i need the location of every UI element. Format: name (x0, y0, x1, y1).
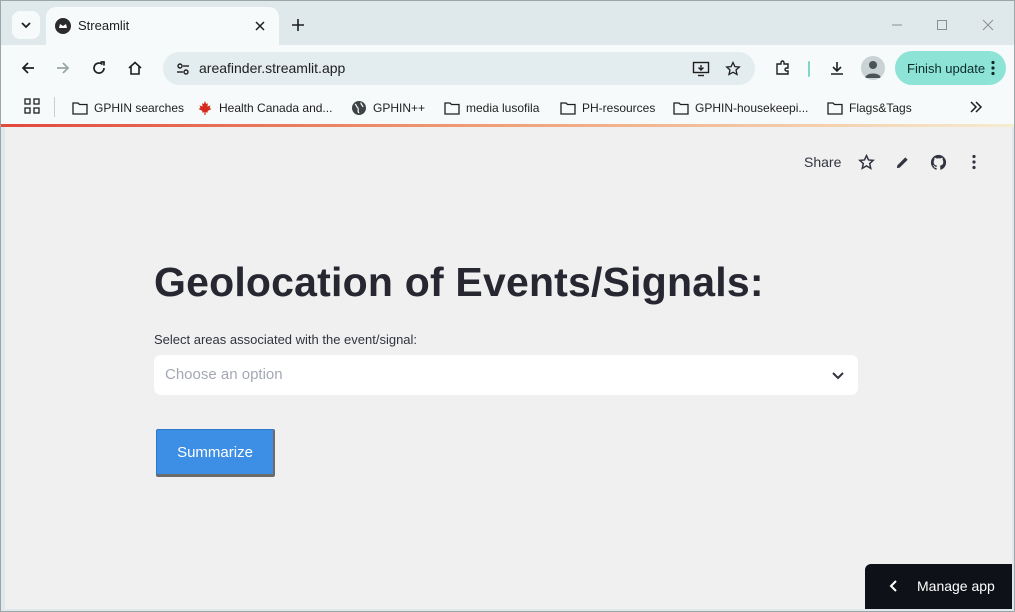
select-placeholder: Choose an option (165, 366, 283, 383)
star-icon (857, 153, 875, 170)
globe-icon (352, 101, 366, 115)
puzzle-icon (776, 60, 789, 75)
window-close-button[interactable] (978, 15, 998, 35)
install-icon (692, 61, 710, 77)
finish-update-label: Finish update (907, 60, 986, 76)
url-text: areafinder.streamlit.app (199, 60, 346, 76)
main-menu-button[interactable] (963, 151, 985, 173)
bookmark-item[interactable]: GPHIN searches (72, 96, 184, 120)
tab-strip: Streamlit (1, 1, 1014, 45)
bookmark-label: GPHIN searches (94, 101, 185, 115)
minimize-icon (892, 24, 902, 26)
arrow-right-icon (57, 62, 70, 74)
pencil-icon (896, 156, 908, 168)
close-icon (255, 21, 265, 31)
maximize-icon (937, 20, 947, 30)
folder-icon (72, 102, 88, 115)
bookmark-item[interactable]: PH-resources (560, 96, 655, 120)
more-bookmarks-button[interactable] (966, 98, 986, 116)
site-info-button[interactable] (171, 57, 195, 81)
home-button[interactable] (123, 56, 147, 80)
minimize-button[interactable] (887, 15, 907, 35)
profile-avatar-icon[interactable] (861, 56, 885, 80)
chevron-down-icon (21, 22, 31, 29)
folder-icon (673, 102, 689, 115)
bookmark-item[interactable]: Health Canada and... (197, 96, 332, 120)
new-tab-button[interactable] (287, 14, 309, 36)
folder-icon (444, 102, 460, 115)
select-label: Select areas associated with the event/s… (154, 332, 418, 347)
browser-toolbar: areafinder.streamlit.app Finish update (1, 45, 1014, 91)
back-button[interactable] (16, 56, 40, 80)
bookmark-item[interactable]: Flags&Tags (827, 96, 912, 120)
bookmark-item[interactable]: media lusofila (444, 96, 539, 120)
github-icon (930, 154, 946, 170)
bookmark-label: GPHIN++ (373, 101, 426, 115)
manage-app-label: Manage app (917, 578, 995, 594)
bookmark-label: PH-resources (582, 101, 656, 115)
bookmark-label: Flags&Tags (849, 101, 912, 115)
bookmarks-divider (54, 97, 55, 117)
forward-button[interactable] (51, 56, 75, 80)
chevron-left-icon (889, 580, 897, 592)
chevron-double-right-icon (970, 101, 983, 113)
download-icon (831, 62, 843, 75)
chevron-down-icon[interactable] (830, 367, 846, 383)
streamlit-logo-icon (55, 18, 71, 34)
maple-leaf-icon (198, 101, 212, 115)
home-icon (128, 61, 142, 75)
reload-icon (93, 61, 105, 74)
bookmark-item[interactable]: GPHIN++ (351, 96, 425, 120)
apps-grid-icon[interactable] (24, 98, 40, 114)
bookmarks-bar: GPHIN searches Health Canada and... GPHI… (1, 91, 1014, 126)
bookmark-item[interactable]: GPHIN-housekeepi... (673, 96, 808, 120)
tab-close-button[interactable] (251, 17, 269, 35)
close-icon (982, 19, 994, 31)
page-title: Geolocation of Events/Signals: (154, 259, 764, 305)
folder-icon (827, 102, 843, 115)
bookmark-label: media lusofila (466, 101, 540, 115)
areas-multiselect[interactable]: Choose an option (154, 355, 858, 395)
favorite-button[interactable] (855, 151, 877, 173)
install-app-button[interactable] (689, 57, 713, 81)
extensions-button[interactable] (771, 56, 795, 80)
edit-button[interactable] (891, 151, 913, 173)
streamlit-page: Share Geolocation of Events/Signals: Sel… (5, 127, 1012, 609)
summarize-button[interactable]: Summarize (156, 429, 275, 477)
manage-app-button[interactable]: Manage app (865, 564, 1012, 609)
folder-icon (560, 102, 576, 115)
maximize-button[interactable] (932, 15, 952, 35)
tune-icon (177, 63, 189, 75)
toolbar-separator (808, 61, 810, 77)
bookmark-label: Health Canada and... (219, 101, 333, 115)
plus-icon (292, 19, 304, 31)
tab-title: Streamlit (78, 18, 130, 33)
bookmark-star-button[interactable] (721, 57, 745, 81)
github-button[interactable] (927, 151, 949, 173)
address-bar[interactable]: areafinder.streamlit.app (163, 52, 755, 85)
tab-search-button[interactable] (12, 11, 40, 39)
active-tab[interactable]: Streamlit (46, 7, 279, 45)
downloads-button[interactable] (825, 56, 849, 80)
browser-window: Streamlit areafinder.streamlit.app Finis… (0, 0, 1015, 612)
finish-update-button[interactable]: Finish update (895, 51, 1006, 85)
bookmark-label: GPHIN-housekeepi... (695, 101, 809, 115)
arrow-left-icon (21, 62, 34, 74)
more-vertical-icon (972, 154, 976, 170)
more-vertical-icon (991, 60, 995, 76)
star-icon (725, 61, 741, 76)
reload-button[interactable] (87, 56, 111, 80)
share-button[interactable]: Share (804, 154, 841, 170)
